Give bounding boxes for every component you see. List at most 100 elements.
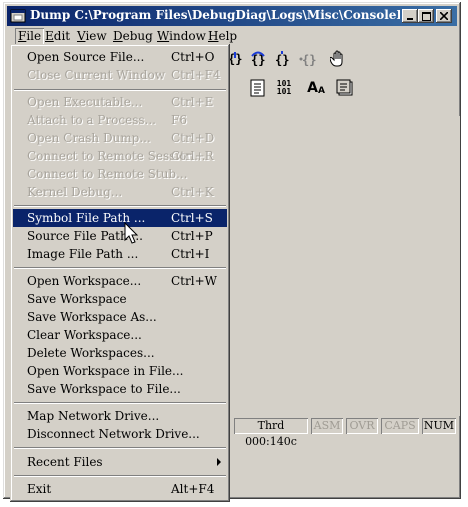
menu-item-label: Open Workspace in File... <box>27 364 184 378</box>
menu-item-label: Save Workspace <box>27 292 127 306</box>
menu-separator <box>14 447 226 449</box>
mouse-pointer-icon <box>124 222 139 244</box>
font-label-large: A <box>307 80 318 96</box>
menu-item-label: Open Crash Dump... <box>27 131 151 145</box>
menu-item-label: Disconnect Network Drive... <box>27 427 200 441</box>
step-over-icon[interactable]: {} <box>249 49 267 69</box>
options-icon[interactable] <box>335 78 355 98</box>
menu-item-label: Kernel Debug... <box>27 185 123 199</box>
menu-item-label: Attach to a Process... <box>27 113 156 127</box>
menu-item-close-current-window[interactable]: Close Current Window Ctrl+F4 <box>13 66 227 84</box>
menu-item-open-executable[interactable]: Open Executable... Ctrl+E <box>13 93 227 111</box>
menu-item-label: Recent Files <box>27 455 103 469</box>
menu-item-save-workspace[interactable]: Save Workspace <box>13 290 227 308</box>
maximize-icon <box>421 11 431 21</box>
step-out-icon[interactable]: {} <box>273 49 291 69</box>
menu-item-shortcut: Alt+F4 <box>171 482 215 496</box>
menu-item-label: Close Current Window <box>27 68 166 82</box>
status-caps: CAPS <box>381 418 419 434</box>
menu-item-label: Clear Workspace... <box>27 328 142 342</box>
menu-separator <box>14 89 226 91</box>
minimize-button[interactable] <box>402 9 418 23</box>
menu-item-open-workspace[interactable]: Open Workspace... Ctrl+W <box>13 272 227 290</box>
menu-item-label: Connect to Remote Stub... <box>27 167 188 181</box>
source-window-icon[interactable] <box>249 78 267 98</box>
status-num: NUM <box>423 419 455 432</box>
menu-item-clear-workspace[interactable]: Clear Workspace... <box>13 326 227 344</box>
menu-item-recent-files[interactable]: Recent Files <box>13 453 227 471</box>
menu-item-disconnect-network-drive[interactable]: Disconnect Network Drive... <box>13 425 227 443</box>
menu-item-shortcut: F6 <box>171 113 187 127</box>
submenu-arrow-icon <box>217 458 221 466</box>
toolbar-windows: 101 101 AA <box>225 76 365 102</box>
menu-item-open-workspace-in-file[interactable]: Open Workspace in File... <box>13 362 227 380</box>
status-asm: ASM <box>311 418 343 434</box>
menu-item-shortcut: Ctrl+K <box>171 185 214 199</box>
title-bar[interactable]: Dump C:\Program Files\DebugDiag\Logs\Mis… <box>7 6 457 26</box>
menu-item-connect-remote-session[interactable]: Connect to Remote Session... Ctrl+R <box>13 147 227 165</box>
menu-item-shortcut: Ctrl+P <box>171 229 213 243</box>
menu-item-source-file-path[interactable]: Source File Path ... Ctrl+P <box>13 227 227 245</box>
menu-item-exit[interactable]: Exit Alt+F4 <box>13 480 227 498</box>
menu-separator <box>14 267 226 269</box>
menu-item-shortcut: Ctrl+O <box>171 50 215 64</box>
toolbar-debug: {} {} {} {} <box>225 47 345 73</box>
menu-view[interactable]: View <box>77 29 107 43</box>
menu-item-image-file-path[interactable]: Image File Path ... Ctrl+I <box>13 245 227 263</box>
close-icon <box>440 12 448 20</box>
menu-item-kernel-debug[interactable]: Kernel Debug... Ctrl+K <box>13 183 227 201</box>
status-ovr: OVR <box>346 418 378 434</box>
menu-item-shortcut: Ctrl+S <box>171 211 213 225</box>
menu-item-delete-workspaces[interactable]: Delete Workspaces... <box>13 344 227 362</box>
menu-help[interactable]: Help <box>208 29 237 43</box>
maximize-button[interactable] <box>418 9 434 23</box>
svg-text:{}: {} <box>302 53 316 67</box>
menu-separator <box>14 402 226 404</box>
run-to-cursor-icon[interactable]: {} <box>299 49 317 69</box>
menu-window[interactable]: Window <box>157 29 206 43</box>
status-thread: Thrd 000:140c <box>234 418 308 448</box>
disassembly-window-icon[interactable]: 101 101 <box>273 78 295 98</box>
menu-item-label: Open Executable... <box>27 95 143 109</box>
menu-item-label: Exit <box>27 482 52 496</box>
menu-item-save-workspace-as[interactable]: Save Workspace As... <box>13 308 227 326</box>
menu-item-shortcut: Ctrl+F4 <box>171 68 221 82</box>
menu-item-map-network-drive[interactable]: Map Network Drive... <box>13 407 227 425</box>
menu-item-label: Map Network Drive... <box>27 409 160 423</box>
menu-item-open-source-file[interactable]: Open Source File... Ctrl+O <box>13 48 227 66</box>
menu-separator <box>14 475 226 477</box>
menu-item-label: Save Workspace As... <box>27 310 157 324</box>
menu-item-symbol-file-path[interactable]: Symbol File Path ... Ctrl+S <box>13 209 227 227</box>
menu-item-connect-remote-stub[interactable]: Connect to Remote Stub... <box>13 165 227 183</box>
menu-separator <box>14 205 226 207</box>
menu-item-shortcut: Ctrl+R <box>171 149 214 163</box>
menu-item-label: Open Workspace... <box>27 274 142 288</box>
menu-item-shortcut: Ctrl+I <box>171 247 210 261</box>
font-label-small: A <box>317 86 325 96</box>
menu-item-save-workspace-to-file[interactable]: Save Workspace to File... <box>13 380 227 398</box>
menu-item-shortcut: Ctrl+E <box>171 95 214 109</box>
font-icon[interactable]: AA <box>305 78 327 98</box>
menu-item-shortcut: Ctrl+W <box>171 274 217 288</box>
menu-item-attach-process[interactable]: Attach to a Process... F6 <box>13 111 227 129</box>
file-menu: Open Source File... Ctrl+O Close Current… <box>10 44 230 502</box>
menu-item-label: Image File Path ... <box>27 247 139 261</box>
menu-edit[interactable]: Edit <box>45 29 70 43</box>
menu-item-open-crash-dump[interactable]: Open Crash Dump... Ctrl+D <box>13 129 227 147</box>
close-button[interactable] <box>436 9 452 23</box>
hand-icon[interactable] <box>329 49 347 69</box>
status-bar: Thrd 000:140c ASM OVR CAPS NUM <box>234 418 460 448</box>
binary-label-bottom: 101 <box>276 87 292 96</box>
svg-text:{}: {} <box>275 53 289 67</box>
menu-item-label: Open Source File... <box>27 50 145 64</box>
minimize-icon <box>407 18 413 20</box>
workspace-area <box>234 116 460 416</box>
menu-item-shortcut: Ctrl+D <box>171 131 215 145</box>
window-title: Dump C:\Program Files\DebugDiag\Logs\Mis… <box>30 8 400 22</box>
menu-item-label: Delete Workspaces... <box>27 346 155 360</box>
menu-file[interactable]: File <box>15 28 44 45</box>
menu-debug[interactable]: Debug <box>113 29 153 43</box>
dump-document-area <box>234 116 460 416</box>
menu-item-label: Save Workspace to File... <box>27 382 181 396</box>
app-icon <box>10 9 26 23</box>
